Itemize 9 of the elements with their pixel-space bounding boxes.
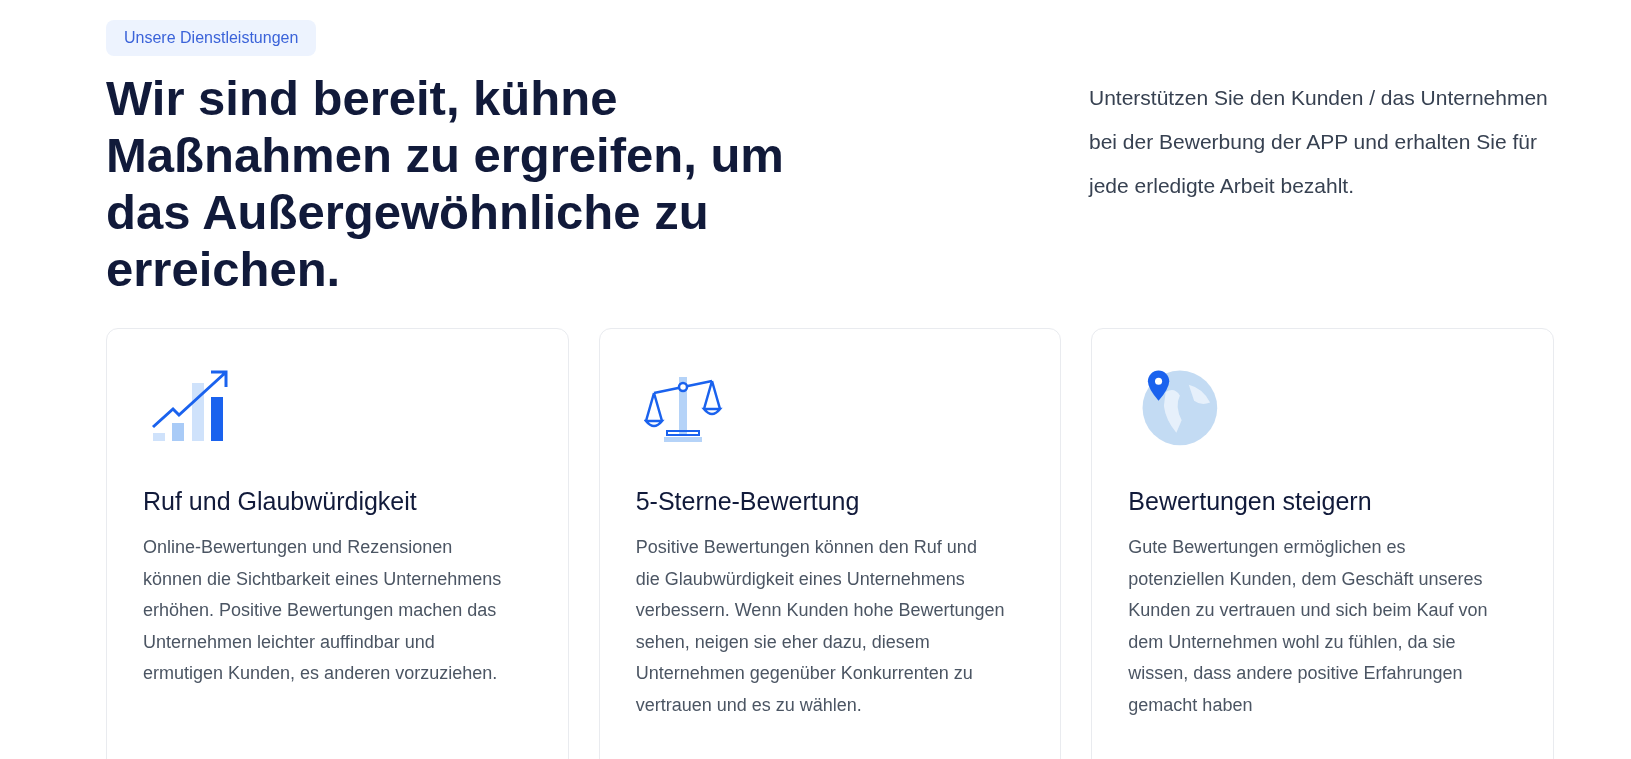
section-badge: Unsere Dienstleistungen: [106, 20, 317, 56]
card-text: Online-Bewertungen und Rezensionen können die Sichtbarkeit eines Unternehmens erhöhen. Positive Bewertungen machen das Unternehmen leichter auffindbar und ermutigen Kunden, es anderen vorzuziehen.: [143, 536, 503, 685]
card-title: Ruf und Glaubwürdigkeit: [143, 487, 418, 516]
headline: Wir sind bereit, kühne Maßnahmen zu ergreifen, um das Außergewöhnliche zu erreichen.: [106, 70, 785, 298]
intro-paragraph: Unterstützen Sie den Kunden / das Unternehmen bei der Bewerbung der APP und erhalten Sie für jede erledigte Arbeit bezahlt.: [1089, 85, 1549, 199]
card-title: Bewertungen steigern: [1128, 487, 1373, 516]
card-text: Positive Bewertungen können den Ruf und die Glaubwürdigkeit eines Unternehmens verbessern. Wenn Kunden hohe Bewertungen sehen, neigen sie eher dazu, diesem Unternehmen gegenüber Konkurrenten zu vertrauen und es zu wählen.: [635, 536, 1006, 717]
card-title: 5-Sterne-Bewertung: [635, 487, 861, 516]
card-text: Gute Bewertungen ermöglichen es potenziellen Kunden, dem Geschäft unseres Kunden zu vertrauen und sich beim Kauf von dem Unternehmen wohl zu fühlen, da sie wissen, dass andere positive Erfahrungen gemacht haben: [1128, 536, 1489, 717]
